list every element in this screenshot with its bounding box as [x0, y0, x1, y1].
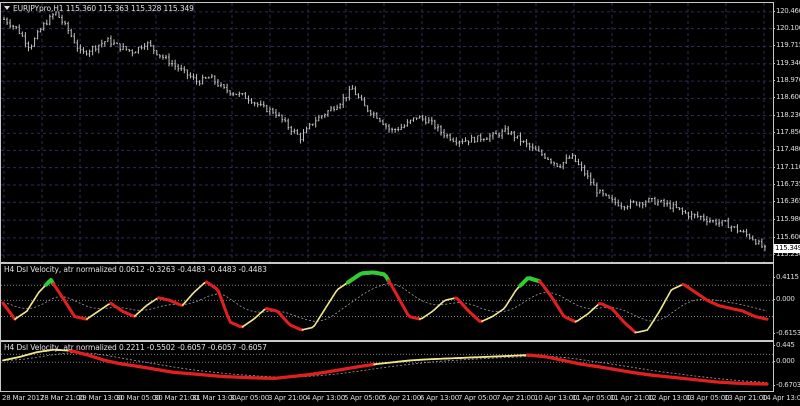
price-tick-label: 117.110: [773, 163, 800, 171]
indicator2-pane[interactable]: H4 Dsl Velocity, atr normalized 0.2211 -…: [0, 341, 774, 392]
price-tick-label: 115.980: [773, 215, 800, 223]
price-tick-label: 118.970: [773, 76, 800, 84]
price-scale[interactable]: 120.460 120.100 119.715 119.340 118.970 118.6…: [773, 2, 800, 263]
price-tick-label: 119.715: [773, 41, 800, 49]
chevron-down-icon[interactable]: [4, 6, 10, 10]
time-tick-label: 7 Apr 21:00: [496, 394, 535, 402]
symbol-title-text: EURJPYpro,H1 115.360 115.363 115.328 115…: [13, 4, 194, 13]
indicator2-tick-label: 0.000: [773, 357, 795, 366]
time-tick-label: 28 Mar 2017: [2, 394, 45, 402]
time-tick-label: 3 Apr 05:00: [230, 394, 269, 402]
indicator2-title: H4 Dsl Velocity, atr normalized 0.2211 -…: [4, 343, 267, 352]
indicator1-title: H4 Dsl Velocity, atr normalized 0.0612 -…: [4, 265, 267, 274]
current-price-tag: 115.349: [774, 244, 800, 254]
indicator-segment: [763, 317, 769, 321]
indicator2-scale[interactable]: 0.445 0.000 -0.6703: [773, 341, 800, 392]
indicator1-canvas[interactable]: [1, 264, 773, 340]
price-tick-label: 120.460: [773, 7, 800, 15]
time-tick-label: 11 Apr 21:00: [610, 394, 654, 402]
price-tick-label: 115.600: [773, 233, 800, 241]
time-tick-label: 13 Apr 21:00: [724, 394, 768, 402]
indicator2-tick-label: -0.6703: [773, 381, 800, 390]
symbol-title: EURJPYpro,H1 115.360 115.363 115.328 115…: [4, 4, 194, 13]
indicator1-tick-label: 0.000: [773, 295, 795, 304]
time-tick-label: 6 Apr 13:00: [420, 394, 459, 402]
price-tick-label: 118.230: [773, 111, 800, 119]
time-tick-label: 14 Apr 13:00: [762, 394, 800, 402]
time-tick-label: 5 Apr 21:00: [382, 394, 421, 402]
indicator1-scale[interactable]: 0.4115 0.000 -0.6153: [773, 263, 800, 341]
price-tick-label: 116.735: [773, 180, 800, 188]
time-axis[interactable]: 28 Mar 2017 28 Mar 21:00 29 Mar 13:00 30 Ma…: [0, 392, 800, 406]
price-tick-label: 116.365: [773, 197, 800, 205]
time-tick-label: 10 Apr 13:00: [534, 394, 578, 402]
price-chart-canvas[interactable]: [1, 3, 773, 262]
price-chart-pane[interactable]: EURJPYpro,H1 115.360 115.363 115.328 115…: [0, 2, 774, 263]
signal-line: [3, 352, 768, 383]
indicator1-tick-label: 0.4115: [773, 273, 799, 282]
indicator2-tick-label: 0.445: [773, 341, 795, 350]
price-tick-label: 120.100: [773, 24, 800, 32]
indicator1-tick-label: -0.6153: [773, 328, 800, 337]
signal-line: [2, 283, 768, 322]
time-tick-label: 4 Apr 13:00: [306, 394, 345, 402]
price-tick-label: 119.340: [773, 59, 800, 67]
time-tick-label: 5 Apr 05:00: [344, 394, 383, 402]
price-tick-label: 118.600: [773, 93, 800, 101]
time-tick-label: 3 Apr 21:00: [268, 394, 307, 402]
price-tick-label: 117.480: [773, 145, 800, 153]
indicator1-pane[interactable]: H4 Dsl Velocity, atr normalized 0.0612 -…: [0, 263, 774, 341]
time-tick-label: 7 Apr 05:00: [458, 394, 497, 402]
time-tick-label: 13 Apr 05:00: [686, 394, 730, 402]
time-tick-label: 12 Apr 13:00: [648, 394, 692, 402]
price-tick-label: 117.850: [773, 128, 800, 136]
time-tick-label: 11 Apr 05:00: [572, 394, 616, 402]
